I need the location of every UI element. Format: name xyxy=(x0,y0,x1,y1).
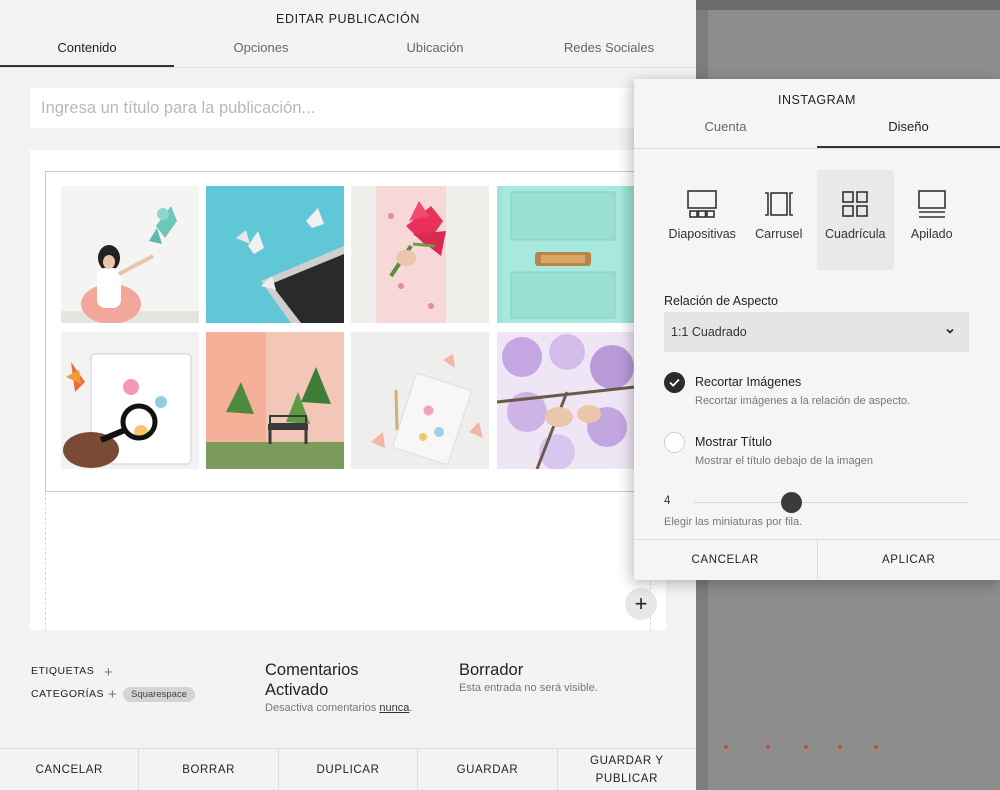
background-strip xyxy=(696,0,1000,10)
tab-contenido[interactable]: Contenido xyxy=(0,30,174,67)
carousel-icon xyxy=(764,192,793,216)
gallery-image[interactable] xyxy=(497,332,635,469)
instagram-gallery-block[interactable] xyxy=(45,171,685,492)
add-category-icon[interactable]: + xyxy=(108,686,117,703)
panel-footer: CANCELAR APLICAR xyxy=(634,539,1000,580)
tab-diseno[interactable]: Diseño xyxy=(817,111,1000,148)
tab-redes-sociales[interactable]: Redes Sociales xyxy=(522,30,696,67)
panel-tabs: Cuenta Diseño xyxy=(634,111,1000,149)
dialog-title: EDITAR PUBLICACIÓN xyxy=(276,12,420,26)
gallery-image[interactable] xyxy=(61,186,199,323)
comments-never-link[interactable]: nunca xyxy=(379,702,409,714)
thumbs-slider-track[interactable] xyxy=(694,502,969,503)
status-heading[interactable]: Borrador xyxy=(459,660,523,680)
comments-heading-line1: Comentarios xyxy=(265,661,359,679)
crop-images-title: Recortar Imágenes xyxy=(695,375,802,389)
slideshow-icon xyxy=(687,190,718,218)
delete-button[interactable]: BORRAR xyxy=(139,749,279,790)
editor-footer: CANCELAR BORRAR DUPLICAR GUARDAR GUARDAR… xyxy=(0,748,696,790)
checkmark-icon xyxy=(669,378,680,387)
grid-icon xyxy=(842,191,869,217)
panel-title: INSTAGRAM xyxy=(778,93,856,107)
layout-carousel[interactable]: Carrusel xyxy=(741,170,818,270)
cancel-button[interactable]: CANCELAR xyxy=(0,749,140,790)
layout-stacked-label: Apilado xyxy=(910,227,953,241)
duplicate-button[interactable]: DUPLICAR xyxy=(279,749,419,790)
save-publish-button[interactable]: GUARDAR Y PUBLICAR xyxy=(558,749,696,790)
layout-grid-label: Cuadrícula xyxy=(825,227,886,241)
show-title-desc: Mostrar el título debajo de la imagen xyxy=(695,455,873,467)
aspect-ratio-label: Relación de Aspecto xyxy=(664,294,778,308)
gallery-image[interactable] xyxy=(351,186,489,323)
gallery-image[interactable] xyxy=(351,332,489,469)
thumbs-per-row-value: 4 xyxy=(664,495,671,507)
save-publish-line2: PUBLICAR xyxy=(595,772,658,785)
panel-cancel-button[interactable]: CANCELAR xyxy=(634,540,818,580)
show-title-checkbox[interactable] xyxy=(664,432,685,453)
decorative-dots xyxy=(690,745,890,753)
layout-slideshow[interactable]: Diapositivas xyxy=(664,170,741,270)
stacked-icon xyxy=(917,190,946,218)
apply-button[interactable]: APLICAR xyxy=(818,540,1000,580)
tab-cuenta[interactable]: Cuenta xyxy=(634,111,817,148)
thumbs-per-row-hint: Elegir las miniaturas por fila. xyxy=(664,516,803,528)
show-title-title: Mostrar Título xyxy=(695,435,772,449)
categories-label: CATEGORÍAS xyxy=(31,688,105,700)
tags-label: ETIQUETAS xyxy=(31,665,95,677)
crop-images-desc: Recortar imágenes a la relación de aspec… xyxy=(695,395,911,407)
thumbs-slider-handle[interactable] xyxy=(781,492,802,513)
gallery-image[interactable] xyxy=(206,332,344,469)
layout-grid[interactable]: Cuadrícula xyxy=(817,170,894,270)
layout-stacked[interactable]: Apilado xyxy=(894,170,971,270)
content-guide-left xyxy=(45,492,46,630)
post-title-input[interactable] xyxy=(30,88,666,128)
comments-heading[interactable]: Comentarios Activado xyxy=(265,660,359,700)
comments-desc-period: . xyxy=(409,702,413,714)
aspect-ratio-value: 1:1 Cuadrado xyxy=(671,325,747,339)
add-tag-icon[interactable]: + xyxy=(104,664,113,681)
gallery-image[interactable] xyxy=(206,186,344,323)
aspect-ratio-select[interactable]: 1:1 Cuadrado xyxy=(664,312,969,352)
comments-desc: Desactiva comentarios nunca. xyxy=(265,702,412,714)
add-block-button[interactable]: + xyxy=(625,588,657,620)
gallery-image[interactable] xyxy=(497,186,635,323)
category-tag[interactable]: Squarespace xyxy=(123,687,195,702)
chevron-down-icon xyxy=(946,328,954,334)
status-desc: Esta entrada no será visible. xyxy=(459,682,598,694)
layout-slideshow-label: Diapositivas xyxy=(668,227,736,241)
layout-carousel-label: Carrusel xyxy=(755,227,803,241)
crop-images-checkbox[interactable] xyxy=(664,372,685,393)
save-button[interactable]: GUARDAR xyxy=(418,749,558,790)
comments-desc-text: Desactiva comentarios xyxy=(265,702,377,714)
edit-post-dialog: EDITAR PUBLICACIÓN Contenido Opciones Ub… xyxy=(0,0,696,790)
post-content-area[interactable]: + xyxy=(30,150,685,630)
editor-tabs: Contenido Opciones Ubicación Redes Socia… xyxy=(0,30,696,68)
instagram-settings-panel: INSTAGRAM Cuenta Diseño Diapositivas Car… xyxy=(634,79,1000,580)
comments-heading-line2: Activado xyxy=(265,681,329,699)
layout-options: Diapositivas Carrusel Cuadrícula Apilado xyxy=(664,170,970,270)
save-publish-line1: GUARDAR Y xyxy=(590,754,664,767)
tab-ubicacion[interactable]: Ubicación xyxy=(348,30,522,67)
tab-opciones[interactable]: Opciones xyxy=(174,30,348,67)
gallery-image[interactable] xyxy=(61,332,199,469)
